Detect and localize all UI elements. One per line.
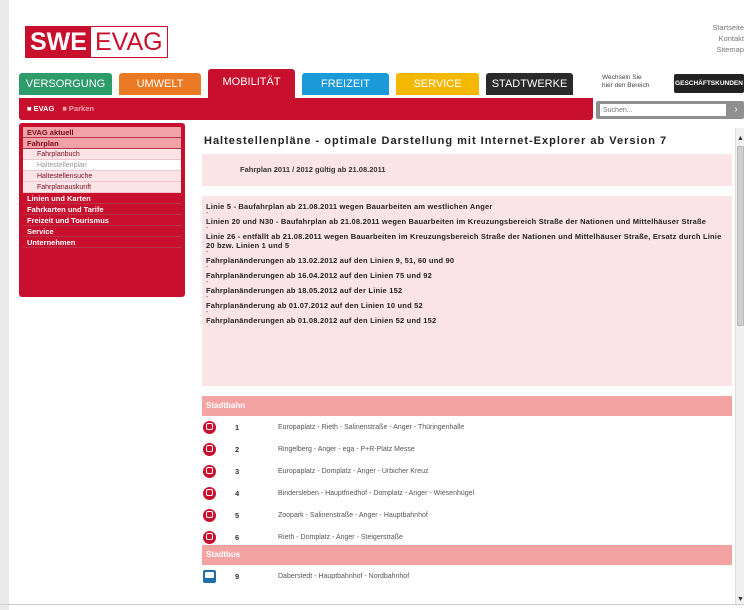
fahrplan-link[interactable]: Fahrplan 2011 / 2012 gültig ab 21.08.201… — [202, 154, 732, 186]
geschaeftskunden-button[interactable]: GESCHÄFTSKUNDEN — [674, 74, 744, 93]
nav-tab-freizeit[interactable]: FREIZEIT — [302, 73, 389, 95]
breadcrumb-evag[interactable]: ■ EVAG — [27, 104, 54, 113]
notice-link[interactable]: Fahrplanänderungen ab 13.02.2012 auf den… — [206, 256, 728, 265]
notice-link[interactable]: Fahrplanänderung ab 01.07.2012 auf den L… — [206, 301, 728, 310]
line-row[interactable]: 1 Europaplatz - Rieth - Salinenstraße - A… — [202, 417, 732, 439]
logo-swe: SWE — [26, 27, 91, 57]
tram-icon — [203, 443, 216, 456]
line-row[interactable]: 2 Ringelberg - Anger - ega - P+R-Platz Me… — [202, 439, 732, 461]
main-navigation: VERSORGUNG UMWELT MOBILITÄT FREIZEIT SERVICE… — [19, 69, 580, 99]
sidebar-item-fahrplan[interactable]: Fahrplan — [23, 138, 181, 149]
line-row[interactable]: 4 Bindersleben - Hauptfriedhof - Domplatz… — [202, 483, 732, 505]
section-stadtbahn: Stadtbahn — [202, 396, 732, 416]
line-number: 3 — [235, 467, 240, 476]
page: Startseite Kontakt Sitemap SWE EVAG VERS… — [13, 0, 744, 610]
sidebar-item-fahrplanbuch[interactable]: Fahrplanbuch — [23, 149, 181, 160]
link-sitemap[interactable]: Sitemap — [712, 44, 744, 55]
scroll-down-arrow-icon[interactable]: ▼ — [736, 595, 744, 604]
line-number: 9 — [235, 572, 240, 581]
sidebar-item-freizeit-und-tourismus[interactable]: Freizeit und Tourismus — [23, 215, 181, 226]
sidebar-item-unternehmen[interactable]: Unternehmen — [23, 237, 181, 248]
sidebar-menu: EVAG aktuell Fahrplan Fahrplanbuch Halteste… — [19, 123, 185, 297]
section-stadtbus: Stadtbus — [202, 545, 732, 565]
switch-hint-line1: Wechseln Sie — [602, 74, 642, 81]
sidebar-item-service[interactable]: Service — [23, 226, 181, 237]
notice-link[interactable]: Linie 5 - Baufahrplan ab 21.08.2011 wege… — [206, 202, 728, 211]
tram-icon — [203, 465, 216, 478]
search-box: › — [596, 101, 744, 119]
line-row[interactable]: 5 Zoopark - Salinenstraße - Anger - Haupt… — [202, 505, 732, 527]
line-number: 5 — [235, 511, 240, 520]
nav-tab-service[interactable]: SERVICE — [396, 73, 479, 95]
sidebar-item-haltestellenplan[interactable]: Haltestellenplan — [23, 160, 181, 171]
line-number: 1 — [235, 423, 240, 432]
notice-link[interactable]: Linien 20 und N30 - Baufahrplan ab 21.08… — [206, 217, 728, 226]
nav-tab-versorgung[interactable]: VERSORGUNG — [19, 73, 112, 95]
notice-link[interactable]: Fahrplanänderungen ab 18.05.2012 auf der… — [206, 286, 728, 295]
scroll-up-arrow-icon[interactable]: ▲ — [736, 134, 744, 143]
nav-tab-mobilität[interactable]: MOBILITÄT — [208, 69, 295, 99]
tram-icon — [203, 421, 216, 434]
search-input[interactable] — [600, 104, 726, 116]
area-switch-hint: Wechseln Sie hier den Bereich — [602, 74, 649, 90]
line-route[interactable]: Zoopark - Salinenstraße - Anger - Hauptb… — [278, 505, 428, 527]
tram-icon — [203, 487, 216, 500]
vertical-scrollbar[interactable]: ▲ ▼ — [735, 128, 744, 604]
sidebar-item-evag-aktuell[interactable]: EVAG aktuell — [23, 127, 181, 138]
main-content: Haltestellenpläne - optimale Darstellung… — [202, 128, 732, 604]
breadcrumb: ■ EVAG ■ Parken — [27, 104, 94, 113]
switch-hint-line2: hier den Bereich — [602, 82, 650, 89]
top-links: Startseite Kontakt Sitemap — [712, 22, 744, 55]
link-kontakt[interactable]: Kontakt — [712, 33, 744, 44]
line-route[interactable]: Bindersleben - Hauptfriedhof - Domplatz … — [278, 483, 474, 505]
scrollbar-thumb[interactable] — [737, 146, 744, 326]
line-number: 2 — [235, 445, 240, 454]
bus-icon — [203, 570, 216, 583]
line-route[interactable]: Europaplatz - Rieth - Salinenstraße - An… — [278, 417, 464, 439]
notice-link[interactable]: Fahrplanänderungen ab 01.08.2012 auf den… — [206, 316, 728, 325]
link-startseite[interactable]: Startseite — [712, 22, 744, 33]
breadcrumb-parken[interactable]: ■ Parken — [62, 104, 94, 113]
line-row[interactable]: 9 Daberstedt - Hauptbahnhof - Nordbahnhof — [202, 566, 732, 588]
sidebar-item-fahrplanauskunft[interactable]: Fahrplanauskunft — [23, 182, 181, 193]
breadcrumb-bar — [19, 98, 593, 120]
browser-left-edge — [0, 0, 9, 610]
logo-evag: EVAG — [90, 27, 167, 57]
tram-icon — [203, 509, 216, 522]
notices-box: Linie 5 - Baufahrplan ab 21.08.2011 wege… — [202, 196, 732, 386]
line-route[interactable]: Europaplatz - Domplatz - Anger - Urbiche… — [278, 461, 429, 483]
nav-tab-umwelt[interactable]: UMWELT — [119, 73, 201, 95]
line-route[interactable]: Ringelberg - Anger - ega - P+R-Platz Mes… — [278, 439, 415, 461]
tram-icon — [203, 531, 216, 544]
line-route[interactable]: Daberstedt - Hauptbahnhof - Nordbahnhof — [278, 566, 409, 588]
page-bottom-line — [0, 604, 744, 605]
line-number: 4 — [235, 489, 240, 498]
swe-evag-logo[interactable]: SWE EVAG — [25, 26, 168, 58]
page-title: Haltestellenpläne - optimale Darstellung… — [204, 135, 668, 147]
notice-link[interactable]: Linie 26 - entfällt ab 21.08.2011 wegen … — [206, 232, 728, 250]
sidebar-item-fahrkarten-und-tarife[interactable]: Fahrkarten und Tarife — [23, 204, 181, 215]
sidebar-item-haltestellensuche[interactable]: Haltestellensuche — [23, 171, 181, 182]
notice-link[interactable]: Fahrplanänderungen ab 16.04.2012 auf den… — [206, 271, 728, 280]
search-submit-button[interactable]: › — [730, 103, 742, 117]
nav-tab-stadtwerke[interactable]: STADTWERKE — [486, 73, 573, 95]
line-row[interactable]: 3 Europaplatz - Domplatz - Anger - Urbich… — [202, 461, 732, 483]
sidebar-item-linien-und-karten[interactable]: Linien und Karten — [23, 193, 181, 204]
